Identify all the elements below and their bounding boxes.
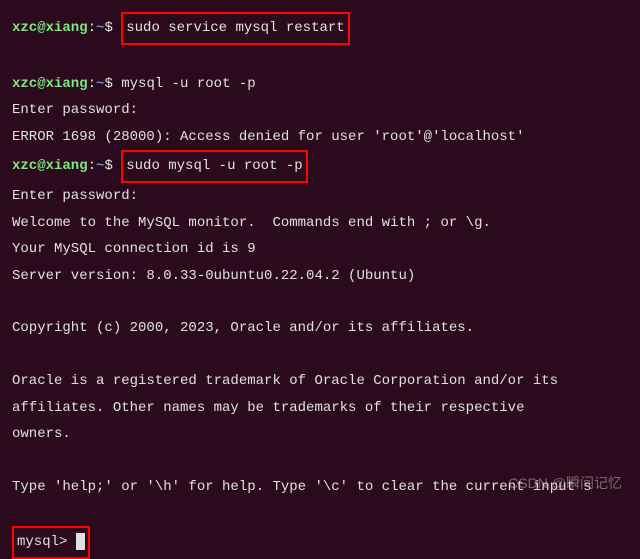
prompt-dollar: $ [104, 76, 121, 92]
cursor-icon [76, 533, 85, 550]
highlighted-mysql-prompt: mysql> [12, 526, 90, 559]
terminal-line-version: Server version: 8.0.33-0ubuntu0.22.04.2 … [12, 263, 628, 290]
terminal-line-mysql-prompt[interactable]: mysql> [12, 526, 628, 559]
watermark-text: CSDN @瞬间记忆 [508, 470, 622, 497]
terminal-line-tm1: Oracle is a registered trademark of Orac… [12, 368, 628, 395]
terminal-line-welcome: Welcome to the MySQL monitor. Commands e… [12, 210, 628, 237]
terminal-line-cmd1: xzc@xiang:~$ sudo service mysql restart [12, 12, 628, 45]
prompt-user: xzc@xiang [12, 158, 88, 174]
prompt-colon: : [88, 158, 96, 174]
highlighted-command-2: sudo mysql -u root -p [121, 150, 307, 183]
terminal-line-tm3: owners. [12, 421, 628, 448]
terminal-line-copyright: Copyright (c) 2000, 2023, Oracle and/or … [12, 315, 628, 342]
prompt-colon: : [88, 76, 96, 92]
prompt-user: xzc@xiang [12, 20, 88, 36]
prompt-user: xzc@xiang [12, 76, 88, 92]
highlighted-command-1: sudo service mysql restart [121, 12, 349, 45]
prompt-dollar: $ [104, 158, 121, 174]
command-text: mysql -u root -p [121, 76, 255, 92]
prompt-colon: : [88, 20, 96, 36]
terminal-line-error: ERROR 1698 (28000): Access denied for us… [12, 124, 628, 151]
terminal-line-connid: Your MySQL connection id is 9 [12, 236, 628, 263]
prompt-dollar: $ [104, 20, 121, 36]
terminal-line-tm2: affiliates. Other names may be trademark… [12, 395, 628, 422]
terminal-line-cmd2: xzc@xiang:~$ mysql -u root -p [12, 71, 628, 98]
terminal-line-cmd3: xzc@xiang:~$ sudo mysql -u root -p [12, 150, 628, 183]
terminal-line-enterpw1: Enter password: [12, 97, 628, 124]
mysql-prompt-text: mysql> [17, 534, 76, 550]
terminal-line-enterpw2: Enter password: [12, 183, 628, 210]
